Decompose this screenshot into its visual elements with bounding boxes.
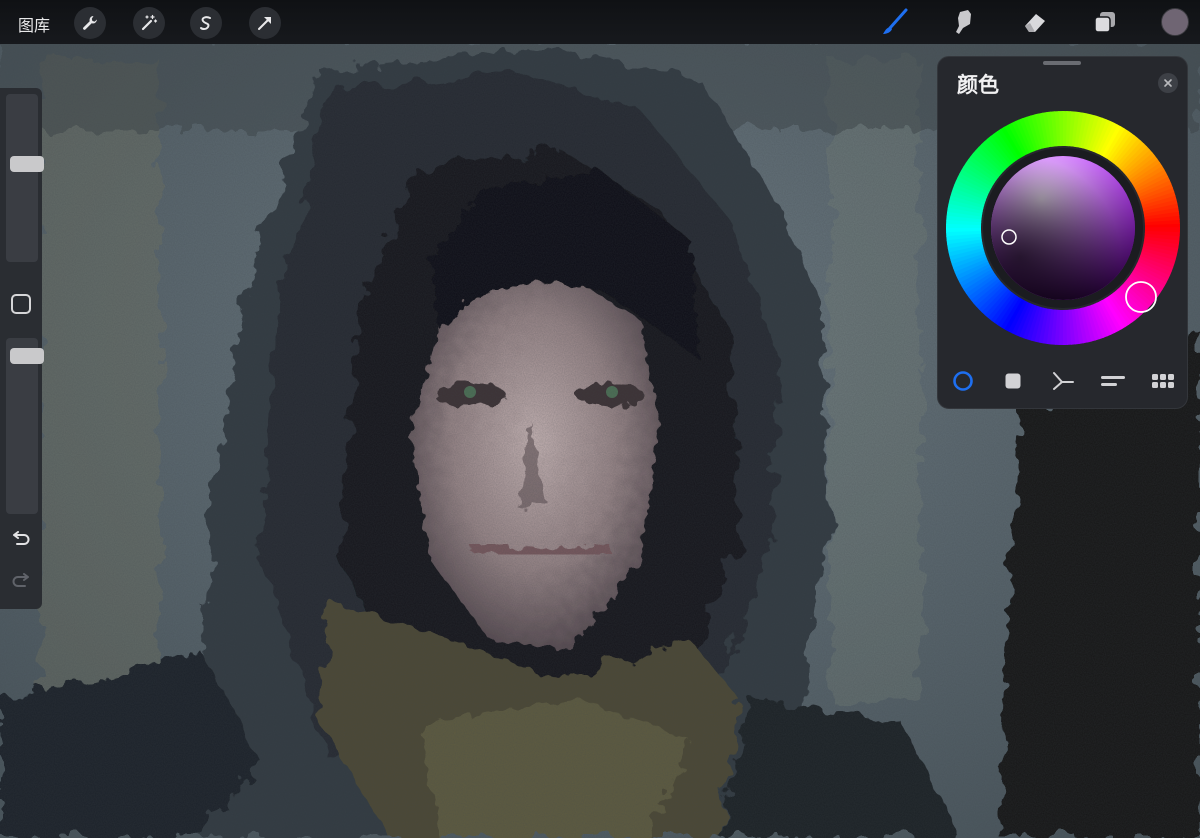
gallery-button[interactable]: 图库 xyxy=(18,12,50,36)
palettes-grid-icon xyxy=(1152,374,1174,388)
top-toolbar: 图库 xyxy=(0,0,1200,44)
value-sliders-icon xyxy=(1101,376,1125,386)
transform-button[interactable] xyxy=(249,7,281,39)
selection-button[interactable] xyxy=(190,7,222,39)
tab-palettes[interactable] xyxy=(1149,369,1177,393)
color-panel: 颜色 xyxy=(937,56,1188,409)
tab-harmony[interactable] xyxy=(1049,369,1077,393)
smudge-tool-button[interactable] xyxy=(948,6,982,38)
eraser-tool-button[interactable] xyxy=(1018,6,1052,38)
smudge-icon xyxy=(956,10,971,34)
sidebar xyxy=(0,88,44,609)
redo-button[interactable] xyxy=(8,569,34,595)
transform-arrow-icon xyxy=(258,17,271,30)
harmony-icon xyxy=(1053,372,1074,390)
opacity-slider[interactable] xyxy=(6,338,44,514)
classic-square-icon xyxy=(1005,373,1021,389)
selection-icon xyxy=(200,16,211,30)
adjustments-button[interactable] xyxy=(133,7,165,39)
close-icon xyxy=(1164,79,1172,87)
color-disc[interactable] xyxy=(942,107,1184,349)
magic-wand-icon xyxy=(141,14,158,31)
brush-tool-button[interactable] xyxy=(878,6,912,38)
tab-value[interactable] xyxy=(1099,369,1127,393)
layers-button[interactable] xyxy=(1088,6,1122,38)
opacity-thumb[interactable] xyxy=(10,348,44,364)
panel-title: 颜色 xyxy=(957,73,999,97)
tab-disc[interactable] xyxy=(949,369,977,393)
brush-size-thumb[interactable] xyxy=(10,156,44,172)
redo-icon xyxy=(12,573,29,587)
brush-icon xyxy=(883,8,908,34)
undo-button[interactable] xyxy=(8,527,34,553)
layers-icon xyxy=(1094,12,1115,33)
modify-button[interactable] xyxy=(11,294,31,314)
brush-size-slider[interactable] xyxy=(6,94,44,262)
saturation-brightness-disc xyxy=(991,156,1135,300)
panel-grabber[interactable] xyxy=(1043,61,1081,65)
wrench-icon xyxy=(83,16,97,30)
eraser-icon xyxy=(1025,14,1045,32)
close-button[interactable] xyxy=(1158,73,1178,93)
disc-icon xyxy=(953,371,973,391)
undo-icon xyxy=(13,531,30,545)
tab-classic[interactable] xyxy=(999,369,1027,393)
actions-button[interactable] xyxy=(74,7,106,39)
current-color-button[interactable] xyxy=(1161,8,1189,36)
color-mode-tabs xyxy=(938,363,1189,397)
